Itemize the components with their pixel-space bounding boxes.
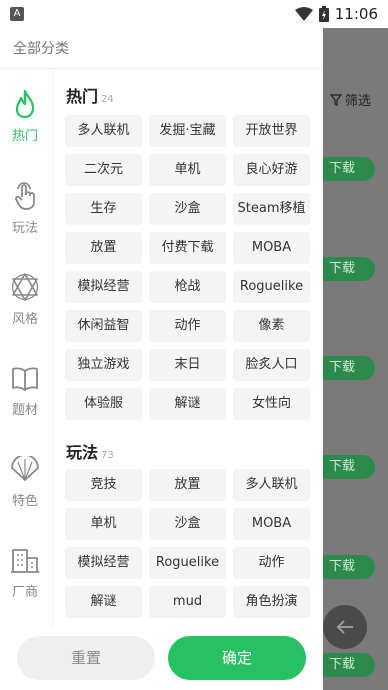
category-tag[interactable]: 解谜	[65, 586, 142, 618]
category-tag[interactable]: MOBA	[233, 232, 310, 264]
status-bar: A 11:06	[0, 0, 388, 28]
hexagram-icon	[11, 273, 39, 301]
sidebar-item-label: 题材	[11, 403, 38, 418]
fan-icon	[11, 456, 39, 481]
sidebar-item-label: 玩法	[11, 221, 38, 236]
category-tag[interactable]: 沙盒	[149, 193, 226, 225]
category-tag[interactable]: 多人联机	[65, 115, 142, 147]
download-button[interactable]: 下载	[323, 157, 375, 181]
category-content: 热门 24 多人联机 发掘·宝藏 开放世界 二次元 单机 良心好游 生存 沙盒 S…	[53, 69, 323, 629]
category-tag[interactable]: 付费下载	[149, 232, 226, 264]
download-button[interactable]: 下载	[323, 356, 375, 380]
download-button[interactable]: 下载	[323, 257, 375, 281]
category-sidebar: 热门 玩法 风格 题材 特色 厂商	[0, 69, 52, 629]
flame-icon	[15, 89, 35, 119]
clock: 11:06	[334, 5, 378, 23]
category-tag[interactable]: 竞技	[65, 469, 142, 501]
category-tag[interactable]: 动作	[233, 547, 310, 579]
category-tag[interactable]: 良心好游	[233, 154, 310, 186]
category-tag[interactable]: 开放世界	[233, 115, 310, 147]
reset-button[interactable]: 重置	[17, 636, 155, 680]
category-tag[interactable]: 体验服	[65, 388, 142, 420]
category-tag[interactable]: 脸炙人口	[233, 349, 310, 381]
drawer-footer: 重置 确定	[0, 629, 323, 690]
category-tag[interactable]: 女性向	[233, 388, 310, 420]
download-button[interactable]: 下载	[323, 653, 375, 677]
back-to-top-button[interactable]	[323, 605, 367, 649]
section-count: 24	[101, 94, 114, 105]
section-title-label: 玩法	[66, 443, 99, 462]
category-drawer: 全部分类 热门 玩法 风格 题材 特色 厂商 热门 24 多人联机 发掘·宝藏 …	[0, 28, 323, 690]
tag-grid-gameplay: 竞技 放置 多人联机 单机 沙盒 MOBA 模拟经营 Roguelike 动作 …	[65, 469, 310, 618]
sidebar-item-theme[interactable]: 题材	[0, 365, 50, 435]
section-title-hot: 热门 24	[66, 83, 114, 107]
category-tag[interactable]: 放置	[149, 469, 226, 501]
wifi-icon	[294, 7, 313, 21]
category-tag[interactable]: 生存	[65, 193, 142, 225]
section-count: 73	[101, 450, 114, 461]
category-tag[interactable]: MOBA	[233, 508, 310, 540]
category-tag[interactable]: 二次元	[65, 154, 142, 186]
category-tag[interactable]: 发掘·宝藏	[149, 115, 226, 147]
sidebar-item-feature[interactable]: 特色	[0, 456, 50, 526]
sidebar-item-label: 特色	[11, 494, 38, 509]
download-button[interactable]: 下载	[323, 455, 375, 479]
building-icon	[11, 549, 39, 573]
tag-grid-hot: 多人联机 发掘·宝藏 开放世界 二次元 单机 良心好游 生存 沙盒 Steam移…	[65, 115, 310, 420]
arrow-left-icon	[336, 620, 353, 634]
funnel-icon	[330, 93, 342, 106]
category-tag[interactable]: 模拟经营	[65, 271, 142, 303]
sidebar-item-label: 风格	[11, 312, 38, 327]
category-tag[interactable]: Steam移植	[233, 193, 310, 225]
category-tag[interactable]: 单机	[149, 154, 226, 186]
category-tag[interactable]: 末日	[149, 349, 226, 381]
category-tag[interactable]: 放置	[65, 232, 142, 264]
tap-hand-icon	[15, 182, 35, 210]
sidebar-item-hot[interactable]: 热门	[0, 89, 50, 159]
category-tag[interactable]: mud	[149, 586, 226, 618]
category-tag[interactable]: 动作	[149, 310, 226, 342]
category-tag[interactable]: 休闲益智	[65, 310, 142, 342]
category-tag[interactable]: 独立游戏	[65, 349, 142, 381]
sidebar-item-label: 厂商	[11, 585, 38, 600]
category-tag[interactable]: 多人联机	[233, 469, 310, 501]
open-book-icon	[12, 367, 38, 391]
drawer-title: 全部分类	[13, 41, 69, 57]
category-tag[interactable]: 像素	[233, 310, 310, 342]
sidebar-item-gameplay[interactable]: 玩法	[0, 181, 50, 251]
category-tag[interactable]: 沙盒	[149, 508, 226, 540]
category-tag[interactable]: 枪战	[149, 271, 226, 303]
filter-label: 筛选	[345, 94, 372, 109]
section-title-label: 热门	[66, 87, 99, 106]
section-title-gameplay: 玩法 73	[66, 439, 114, 463]
category-tag[interactable]: 模拟经营	[65, 547, 142, 579]
sidebar-item-style[interactable]: 风格	[0, 272, 50, 342]
filter-button[interactable]: 筛选	[330, 90, 371, 109]
category-tag[interactable]: Roguelike	[233, 271, 310, 303]
sidebar-item-label: 热门	[11, 129, 38, 144]
category-tag[interactable]: 解谜	[149, 388, 226, 420]
category-tag[interactable]: 单机	[65, 508, 142, 540]
sidebar-item-vendor[interactable]: 厂商	[0, 547, 50, 617]
battery-icon	[318, 6, 329, 22]
category-tag[interactable]: Roguelike	[149, 547, 226, 579]
confirm-button[interactable]: 确定	[168, 636, 306, 680]
download-button[interactable]: 下载	[323, 555, 375, 579]
notification-app-icon: A	[10, 7, 24, 21]
category-tag[interactable]: 角色扮演	[233, 586, 310, 618]
